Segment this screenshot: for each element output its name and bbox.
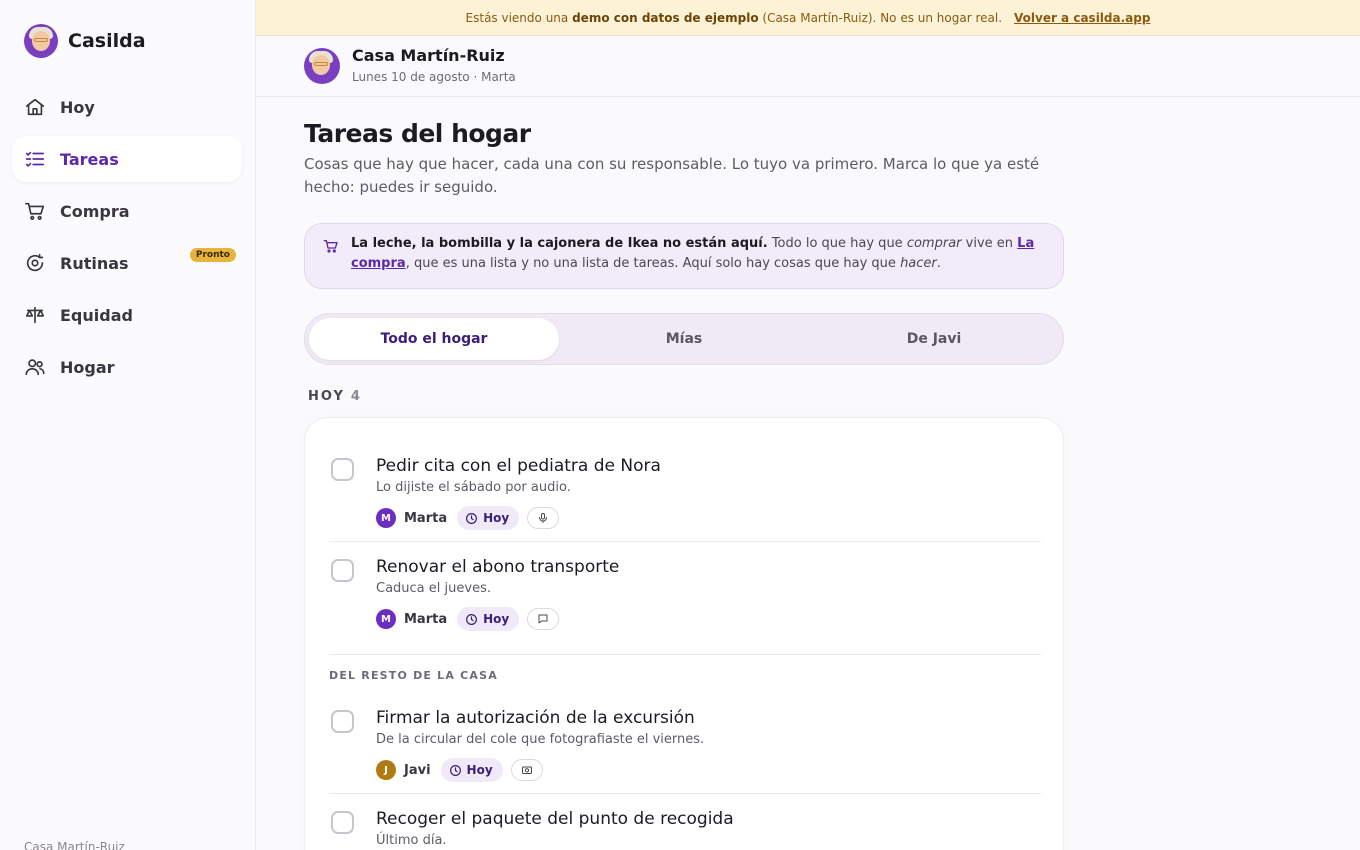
household-header: Casa Martín-Ruiz Lunes 10 de agosto · Ma… — [256, 36, 1360, 97]
due-label: Hoy — [483, 511, 510, 525]
task-checkbox[interactable] — [331, 559, 354, 582]
note-text-4: . — [936, 256, 941, 271]
page-subtitle: Cosas que hay que hacer, cada una con su… — [304, 155, 1040, 196]
cart-icon — [323, 240, 338, 253]
filter-mine[interactable]: Mías — [559, 318, 809, 360]
note-bold: La leche, la bombilla y la cajonera de I… — [351, 236, 768, 251]
assignee-avatar: M — [376, 609, 396, 629]
source-chip[interactable] — [510, 759, 543, 781]
assignee-avatar: M — [376, 508, 396, 528]
section-title: HOY — [308, 389, 345, 404]
sidebar-item-equidad[interactable]: Equidad — [12, 292, 242, 338]
sidebar-item-label: Tareas — [60, 149, 119, 169]
clock-icon — [466, 512, 478, 524]
cart-icon — [25, 202, 45, 220]
task-title[interactable]: Pedir cita con el pediatra de Nora — [376, 456, 661, 476]
section-today: HOY 4 — [308, 389, 362, 404]
task-list: Pedir cita con el pediatra de Nora Lo di… — [304, 417, 1064, 850]
note-em-2: hacer — [900, 256, 937, 271]
page-title: Tareas del hogar — [304, 119, 531, 148]
household-name: Casa Martín-Ruiz — [24, 840, 125, 850]
task-meta: M Marta Hoy — [376, 607, 560, 631]
casilda-logo — [24, 24, 58, 58]
due-chip[interactable]: Hoy — [440, 758, 503, 782]
task-title[interactable]: Recoger el paquete del punto de recogida — [376, 809, 734, 829]
source-chip[interactable] — [527, 507, 560, 529]
task-checkbox[interactable] — [331, 710, 354, 733]
task-meta: J Javi Hoy — [376, 758, 543, 782]
demo-banner: Estás viendo una demo con datos de ejemp… — [256, 0, 1360, 36]
task-description: De la circular del cole que fotografiast… — [376, 732, 705, 747]
divider — [329, 793, 1041, 794]
balance-icon — [25, 306, 45, 324]
subsection-rest-of-house: DEL RESTO DE LA CASA — [329, 669, 498, 682]
camera-icon — [521, 766, 532, 774]
sidebar-item-tareas[interactable]: Tareas — [12, 136, 242, 182]
assignee-name: Marta — [404, 510, 448, 526]
sidebar-item-label: Rutinas — [60, 253, 129, 273]
shopping-note: La leche, la bombilla y la cajonera de I… — [304, 223, 1064, 289]
sidebar: Casilda Hoy Tareas Compra Rutinas Pronto… — [0, 0, 256, 850]
sidebar-item-label: Hoy — [60, 97, 95, 117]
sidebar-item-compra[interactable]: Compra — [12, 188, 242, 234]
due-label: Hoy — [483, 612, 510, 626]
pronto-badge: Pronto — [189, 248, 236, 262]
back-to-site-link[interactable]: Volver a casilda.app — [1014, 11, 1150, 25]
banner-prefix: Estás viendo una — [465, 10, 569, 25]
due-label: Hoy — [466, 763, 493, 777]
filter-javi[interactable]: De Javi — [809, 318, 1059, 360]
clock-icon — [449, 764, 461, 776]
task-filter: Todo el hogar Mías De Javi — [304, 313, 1064, 365]
sidebar-item-hogar[interactable]: Hogar — [12, 344, 242, 390]
household-title: Casa Martín-Ruiz — [352, 46, 505, 65]
banner-bold: demo con datos de ejemplo — [572, 10, 759, 25]
assignee-name: Javi — [404, 762, 431, 778]
header-subtitle: Lunes 10 de agosto · Marta — [352, 70, 516, 84]
task-checkbox[interactable] — [331, 811, 354, 834]
assignee-name: Marta — [404, 611, 448, 627]
task-checkbox[interactable] — [331, 458, 354, 481]
microphone-icon — [539, 513, 548, 523]
task-description: Lo dijiste el sábado por audio. — [376, 480, 571, 495]
due-chip[interactable]: Hoy — [457, 607, 520, 631]
tasks-icon — [25, 151, 45, 167]
note-em-1: comprar — [906, 236, 962, 251]
due-chip[interactable]: Hoy — [457, 506, 520, 530]
source-chip[interactable] — [527, 608, 560, 630]
household-avatar[interactable] — [304, 48, 340, 84]
task-title[interactable]: Firmar la autorización de la excursión — [376, 708, 695, 728]
people-icon — [25, 359, 45, 376]
task-description: Último día. — [376, 833, 447, 848]
task-meta: M Marta Hoy — [376, 506, 560, 530]
sidebar-item-rutinas[interactable]: Rutinas Pronto — [12, 240, 242, 286]
banner-text: Estás viendo una demo con datos de ejemp… — [466, 11, 1002, 25]
filter-all-household[interactable]: Todo el hogar — [309, 318, 559, 360]
message-icon — [538, 614, 548, 624]
note-text-3: , que es una lista y no una lista de tar… — [405, 256, 896, 271]
clock-icon — [466, 613, 478, 625]
divider — [329, 654, 1041, 655]
sidebar-item-label: Hogar — [60, 357, 115, 377]
sidebar-item-label: Equidad — [60, 305, 133, 325]
section-count: 4 — [350, 389, 362, 404]
note-text-1: Todo lo que hay que — [771, 236, 903, 251]
divider — [329, 541, 1041, 542]
note-text-2: vive en — [965, 236, 1014, 251]
brand-name: Casilda — [68, 30, 146, 52]
sidebar-item-hoy[interactable]: Hoy — [12, 84, 242, 130]
banner-suffix: (Casa Martín-Ruiz). No es un hogar real. — [762, 10, 1003, 25]
assignee-avatar: J — [376, 760, 396, 780]
sidebar-item-label: Compra — [60, 201, 130, 221]
brand[interactable]: Casilda — [24, 24, 146, 58]
sidebar-nav: Hoy Tareas Compra Rutinas Pronto Equidad… — [12, 84, 242, 396]
task-description: Caduca el jueves. — [376, 581, 491, 596]
task-title[interactable]: Renovar el abono transporte — [376, 557, 619, 577]
routine-icon — [26, 253, 44, 272]
home-icon — [25, 98, 45, 116]
